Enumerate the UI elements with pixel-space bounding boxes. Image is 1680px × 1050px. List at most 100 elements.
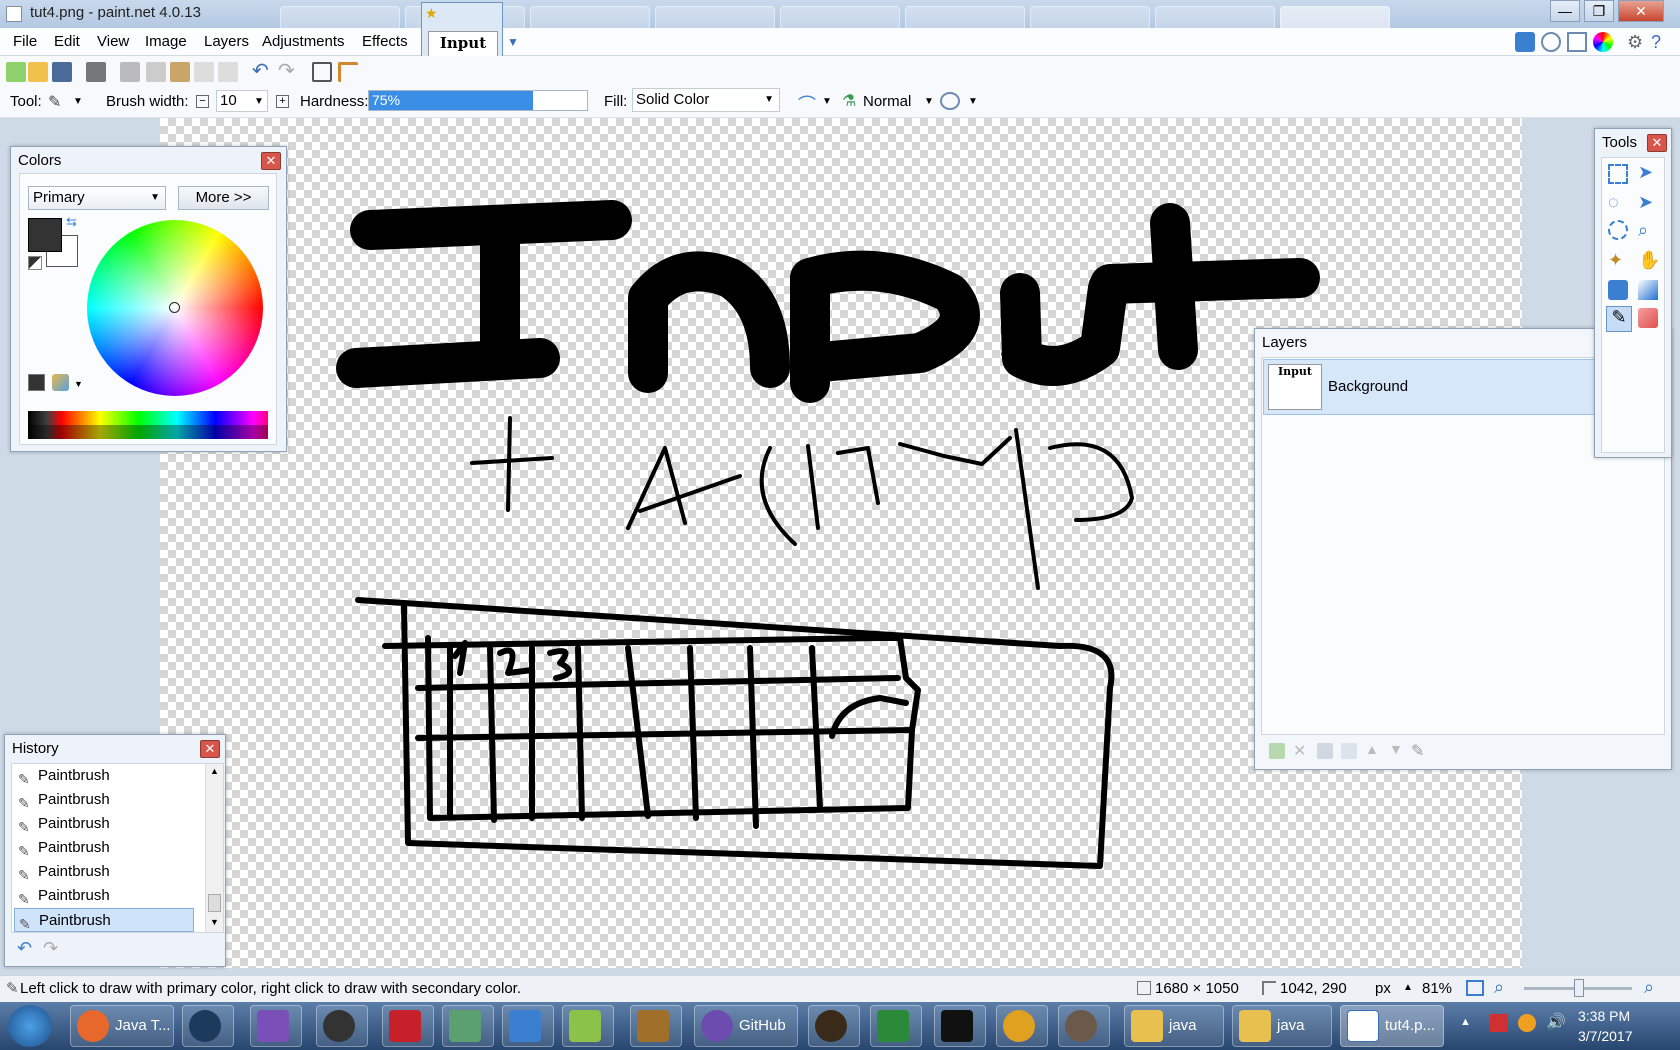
tool-dropdown-icon[interactable]: ▼ xyxy=(73,96,83,107)
antialiasing-dropdown-icon[interactable]: ▼ xyxy=(822,96,832,107)
ruler-icon[interactable] xyxy=(338,62,358,82)
hardness-slider[interactable]: 75% xyxy=(368,90,588,111)
menu-file[interactable]: File xyxy=(13,33,37,50)
antialiasing-icon[interactable]: ⌒ xyxy=(798,91,816,117)
clock-time[interactable]: 3:38 PM xyxy=(1578,1008,1630,1024)
minimize-button[interactable]: — xyxy=(1550,0,1580,22)
swap-colors-icon[interactable]: ⇆ xyxy=(66,214,77,230)
layer-properties-icon[interactable]: ✎ xyxy=(1411,741,1424,761)
background-tab[interactable] xyxy=(655,6,775,28)
pan-icon[interactable]: ✋ xyxy=(1638,250,1660,271)
ellipse-select-icon[interactable] xyxy=(1608,220,1628,240)
palette-dropdown-icon[interactable]: ▼ xyxy=(74,379,83,389)
add-layer-icon[interactable] xyxy=(1269,743,1285,759)
layers-toggle-icon[interactable] xyxy=(1567,32,1587,52)
paintbrush-tool-icon[interactable]: ✎ xyxy=(48,92,61,112)
color-wheel[interactable] xyxy=(87,220,263,396)
move-layer-down-icon[interactable]: ▼ xyxy=(1389,741,1403,757)
start-button[interactable] xyxy=(8,1005,52,1047)
taskbar-folder-java[interactable]: java xyxy=(1124,1005,1224,1047)
zoom-to-window-icon[interactable] xyxy=(1466,980,1484,996)
colors-close-icon[interactable]: ✕ xyxy=(261,152,281,170)
tools-close-icon[interactable]: ✕ xyxy=(1647,134,1667,152)
taskbar-network[interactable] xyxy=(502,1005,554,1047)
history-item[interactable]: ✎ Paintbrush xyxy=(14,788,194,812)
tray-app-icon[interactable] xyxy=(1518,1014,1536,1032)
reset-colors-icon[interactable] xyxy=(28,256,42,270)
settings-gear-icon[interactable]: ⚙ xyxy=(1627,32,1643,53)
duplicate-layer-icon[interactable] xyxy=(1317,743,1333,759)
tray-expand-icon[interactable]: ▲ xyxy=(1460,1016,1471,1028)
gradient-icon[interactable] xyxy=(1638,280,1658,300)
history-close-icon[interactable]: ✕ xyxy=(200,740,220,758)
units-dropdown-icon[interactable]: ▲ xyxy=(1403,982,1413,993)
paint-bucket-icon[interactable] xyxy=(1608,280,1628,300)
add-palette-color-icon[interactable] xyxy=(28,374,45,391)
history-scrollbar[interactable]: ▲ ▼ xyxy=(205,764,223,932)
taskbar-gimp[interactable] xyxy=(1058,1005,1110,1047)
move-selection-icon[interactable]: ➤ xyxy=(1638,192,1653,213)
redo-icon[interactable]: ↷ xyxy=(278,61,298,82)
taskbar-headphones[interactable] xyxy=(996,1005,1048,1047)
taskbar-notepad[interactable] xyxy=(562,1005,614,1047)
menu-effects[interactable]: Effects xyxy=(362,33,408,50)
open-icon[interactable] xyxy=(28,62,48,82)
blend-mode-icon[interactable]: ⚗ xyxy=(842,91,856,111)
selection-mode-icon[interactable] xyxy=(940,92,960,110)
print-icon[interactable] xyxy=(86,62,106,82)
scroll-up-icon[interactable]: ▲ xyxy=(210,766,219,776)
history-item[interactable]: ✎ Paintbrush xyxy=(14,884,194,908)
palette-menu-icon[interactable] xyxy=(52,374,69,391)
move-layer-up-icon[interactable]: ▲ xyxy=(1365,741,1379,757)
blend-mode-value[interactable]: Normal xyxy=(863,93,911,110)
history-undo-icon[interactable]: ↶ xyxy=(17,938,32,959)
taskbar-visual-studio[interactable] xyxy=(250,1005,302,1047)
clock-date[interactable]: 3/7/2017 xyxy=(1578,1028,1633,1044)
brush-width-dropdown-icon[interactable]: ▼ xyxy=(254,96,264,107)
scroll-down-icon[interactable]: ▼ xyxy=(210,917,219,927)
color-wheel-picker[interactable] xyxy=(169,302,180,313)
paintbrush-tool-selected-icon[interactable]: ✎ xyxy=(1606,306,1632,332)
tools-toggle-icon[interactable] xyxy=(1515,32,1535,52)
tab-dropdown-icon[interactable]: ▼ xyxy=(507,35,519,49)
taskbar-obs[interactable] xyxy=(316,1005,368,1047)
move-selected-icon[interactable]: ➤ xyxy=(1638,162,1653,183)
background-tab[interactable] xyxy=(905,6,1025,28)
restore-button[interactable]: ❐ xyxy=(1584,0,1614,22)
menu-view[interactable]: View xyxy=(97,33,129,50)
decrease-width-icon[interactable]: − xyxy=(196,95,209,108)
taskbar-github[interactable]: GitHub xyxy=(694,1005,798,1047)
taskbar-dosbox[interactable] xyxy=(630,1005,682,1047)
history-item-selected[interactable]: ✎ Paintbrush xyxy=(14,908,194,932)
color-palette[interactable] xyxy=(28,411,268,439)
background-tab[interactable] xyxy=(1030,6,1150,28)
taskbar-paintnet[interactable]: tut4.p... xyxy=(1340,1005,1444,1047)
cut-icon[interactable] xyxy=(120,62,140,82)
history-redo-icon[interactable]: ↷ xyxy=(43,938,58,959)
menu-image[interactable]: Image xyxy=(145,33,187,50)
merge-layer-icon[interactable] xyxy=(1341,743,1357,759)
undo-icon[interactable]: ↶ xyxy=(252,61,272,82)
taskbar-firefox[interactable]: Java T... xyxy=(70,1005,174,1047)
history-item[interactable]: ✎ Paintbrush xyxy=(14,812,194,836)
save-icon[interactable] xyxy=(52,62,72,82)
zoom-icon[interactable]: ⌕ xyxy=(1638,220,1648,241)
paste-icon[interactable] xyxy=(170,62,190,82)
primary-color-swatch[interactable] xyxy=(28,218,62,252)
taskbar-vim[interactable] xyxy=(870,1005,922,1047)
menu-layers[interactable]: Layers xyxy=(204,33,249,50)
eraser-icon[interactable] xyxy=(1638,308,1658,328)
grid-icon[interactable] xyxy=(312,62,332,82)
taskbar-app[interactable] xyxy=(442,1005,494,1047)
primary-secondary-select[interactable]: Primary ▼ xyxy=(28,186,166,210)
units-selector[interactable]: px xyxy=(1375,980,1391,997)
fill-dropdown[interactable]: Solid Color ▼ xyxy=(632,88,780,112)
menu-adjustments[interactable]: Adjustments xyxy=(262,33,345,50)
taskbar-flash[interactable] xyxy=(382,1005,434,1047)
history-item[interactable]: ✎ Paintbrush xyxy=(14,764,194,788)
zoom-out-icon[interactable]: ⌕ xyxy=(1494,977,1504,998)
scroll-thumb[interactable] xyxy=(208,894,221,912)
increase-width-icon[interactable]: + xyxy=(276,95,289,108)
history-item[interactable]: ✎ Paintbrush xyxy=(14,860,194,884)
background-tab[interactable] xyxy=(1155,6,1275,28)
